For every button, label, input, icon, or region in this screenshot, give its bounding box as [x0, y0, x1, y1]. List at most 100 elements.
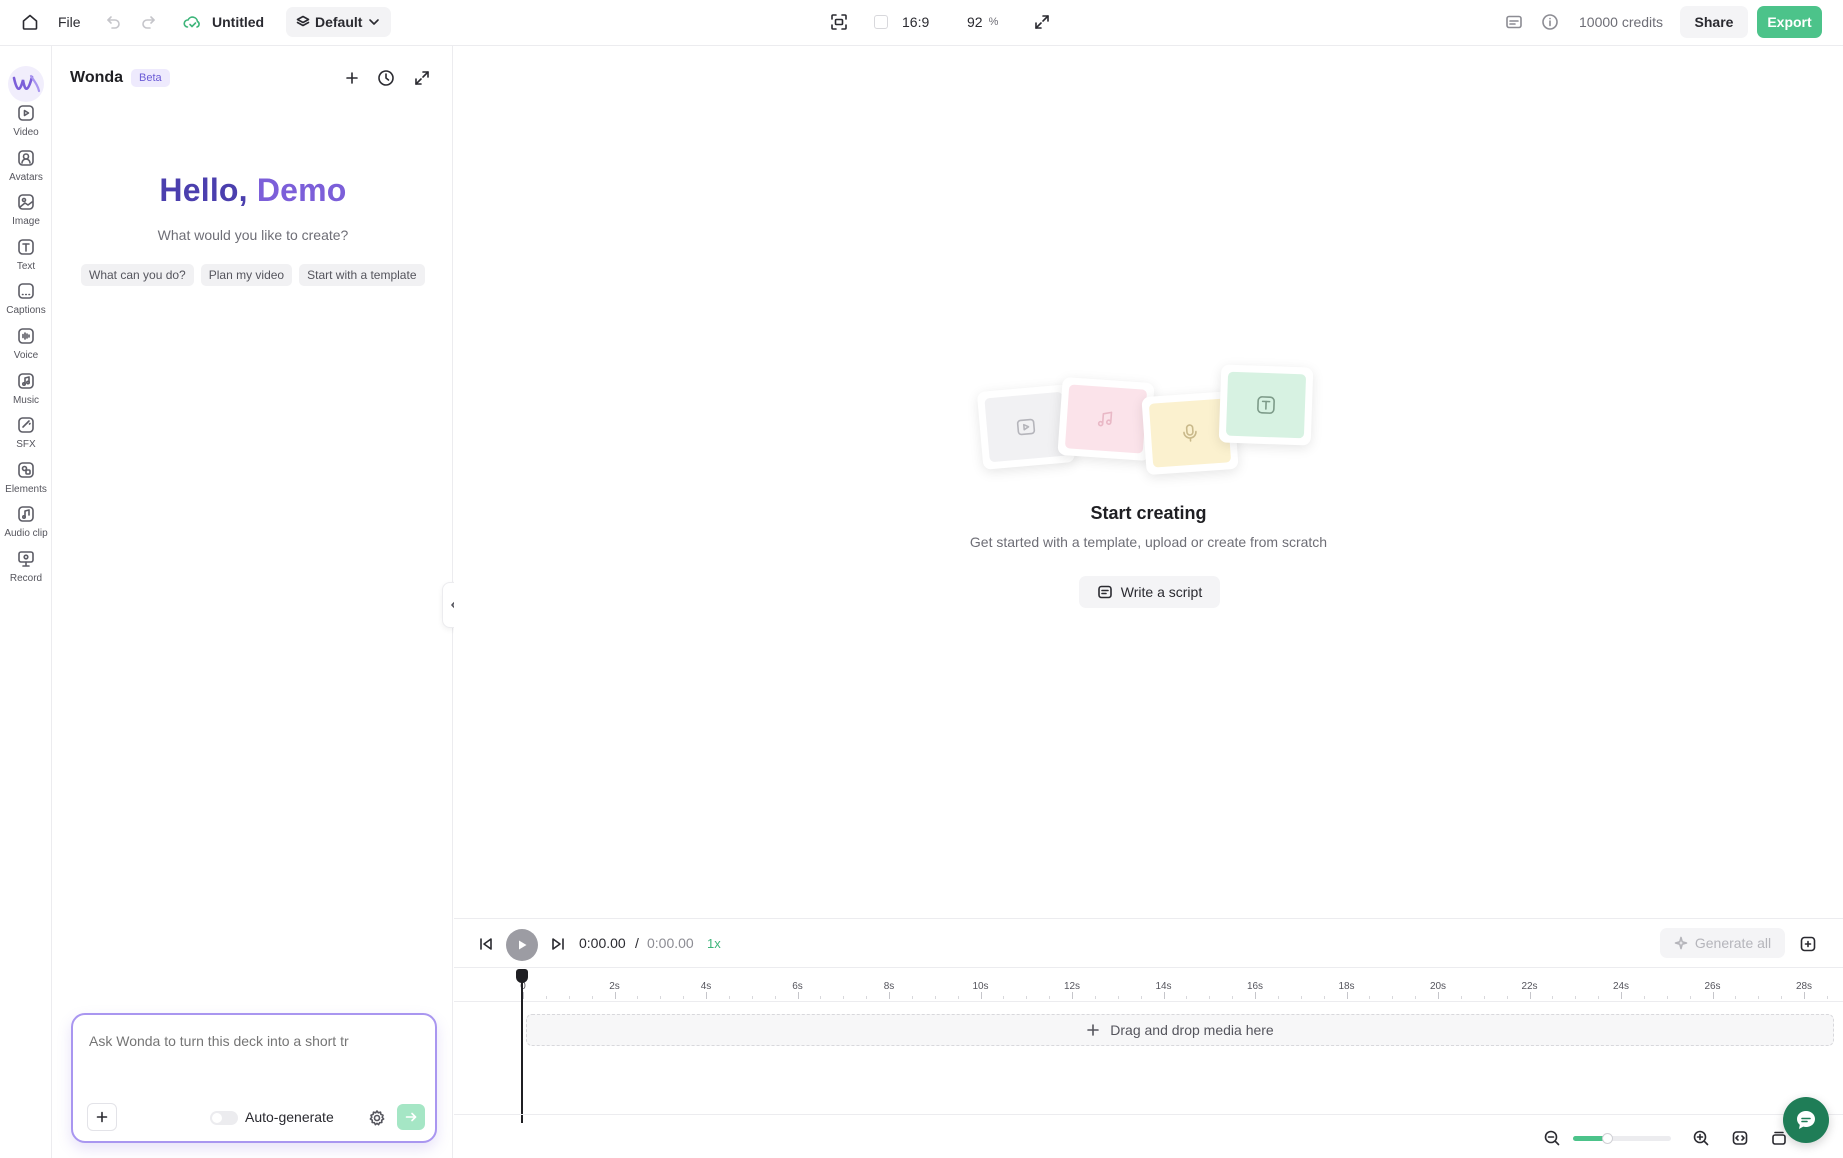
sidebar-item-label: Music [12, 394, 40, 406]
ruler-minor-tick [637, 996, 639, 999]
plus-icon [96, 1111, 108, 1123]
chip-what-can-you-do[interactable]: What can you do? [81, 264, 194, 286]
chat-input[interactable] [89, 1033, 399, 1049]
ruler-minor-tick [1392, 996, 1394, 999]
layer-preset-dropdown[interactable]: Default [286, 7, 392, 37]
settings-gear-icon[interactable] [368, 1109, 386, 1127]
voice-icon [18, 328, 34, 344]
sidebar-item-avatars[interactable]: Avatars [0, 147, 52, 195]
sidebar-item-sfx[interactable]: SFX [0, 414, 52, 462]
ruler-tick-label: 22s [1521, 981, 1538, 992]
zoom-value: 92 [967, 14, 983, 30]
playhead[interactable] [521, 973, 523, 1123]
sidebar-item-captions[interactable]: Captions [0, 280, 52, 328]
home-icon[interactable] [20, 0, 40, 44]
panel-title: Wonda [70, 69, 124, 86]
plus-icon [1087, 1024, 1100, 1036]
chat-bubble-icon [1797, 1111, 1815, 1129]
ruler-tick-label: 8s [883, 981, 895, 992]
expand-icon[interactable] [1033, 0, 1051, 44]
ruler-minor-tick [1094, 996, 1096, 999]
sidebar-item-audio-clip[interactable]: Audio clip [0, 503, 52, 551]
expand-panel-icon[interactable] [412, 68, 432, 88]
ruler-minor-tick [1826, 996, 1828, 999]
auto-generate-toggle[interactable] [210, 1111, 238, 1125]
write-script-button[interactable]: Write a script [1079, 576, 1220, 608]
fit-frame-icon[interactable] [829, 0, 849, 44]
ruler-tick [1438, 992, 1439, 999]
ruler-tick [1072, 992, 1073, 999]
new-chat-icon[interactable] [342, 68, 362, 88]
playback-speed[interactable]: 1x [707, 936, 721, 951]
ruler-minor-tick [1209, 996, 1211, 999]
timeline-layout-icon[interactable] [1799, 935, 1817, 953]
share-button[interactable]: Share [1680, 6, 1748, 38]
sidebar-item-video[interactable]: Video [0, 102, 52, 150]
zoom-selector[interactable]: 92 % [967, 0, 998, 44]
video-icon [18, 105, 34, 121]
media-dropzone[interactable]: Drag and drop media here [526, 1014, 1834, 1046]
dropzone-label: Drag and drop media here [1110, 1022, 1274, 1038]
help-chat-button[interactable] [1783, 1097, 1829, 1143]
music-icon [18, 372, 34, 389]
sidebar-item-voice[interactable]: Voice [0, 325, 52, 373]
file-menu-label: File [58, 14, 81, 30]
cloud-saved-icon [182, 0, 202, 44]
file-menu[interactable]: File [58, 0, 81, 44]
ruler-minor-tick [1140, 996, 1142, 999]
history-icon[interactable] [376, 68, 396, 88]
sidebar-item-record[interactable]: Record [0, 548, 52, 596]
fit-timeline-icon[interactable] [1731, 1129, 1749, 1147]
zoom-in-icon[interactable] [1692, 1129, 1710, 1147]
timeline-ruler[interactable]: 0 2s 4s 6s 8s 10s 12s 14s 16s 18s 20s 22s 24s 26s 28s [454, 967, 1843, 1002]
ruler-tick-label: 24s [1612, 981, 1630, 992]
zoom-slider-thumb[interactable] [1602, 1133, 1614, 1144]
ruler-minor-tick [1506, 996, 1508, 999]
project-title[interactable]: Untitled [212, 0, 264, 44]
suggestion-chips: What can you do? Plan my video Start wit… [81, 264, 425, 286]
skip-back-icon[interactable] [478, 936, 494, 952]
chip-plan-my-video[interactable]: Plan my video [200, 264, 293, 286]
sidebar-item-text[interactable]: Text [0, 236, 52, 284]
playhead-handle[interactable] [516, 969, 528, 983]
ruler-tick-label: 16s [1246, 981, 1264, 992]
record-icon [18, 551, 34, 567]
time-separator: / [635, 935, 639, 951]
empty-state-subtitle: Get started with a template, upload or c… [969, 534, 1328, 550]
greeting-name: Demo [256, 172, 347, 208]
arrow-right-icon [405, 1112, 417, 1122]
background-color-swatch[interactable] [874, 0, 888, 44]
project-title-text: Untitled [212, 14, 265, 30]
redo-icon[interactable] [140, 0, 158, 44]
zoom-out-icon[interactable] [1543, 1129, 1561, 1147]
aspect-ratio-selector[interactable]: 16:9 [902, 0, 929, 44]
undo-icon[interactable] [104, 0, 122, 44]
ruler-tick [1255, 992, 1256, 999]
sidebar-item-image[interactable]: Image [0, 191, 52, 239]
subtitles-icon[interactable] [1505, 0, 1523, 44]
sidebar-item-elements[interactable]: Elements [0, 459, 52, 507]
skip-forward-icon[interactable] [550, 936, 566, 952]
ruler-tick [889, 992, 890, 999]
ruler-tick [706, 992, 707, 999]
attach-button[interactable] [87, 1103, 117, 1131]
ruler-tick [1346, 992, 1348, 999]
info-icon[interactable] [1541, 0, 1559, 44]
generate-all-label: Generate all [1694, 935, 1772, 951]
ruler-minor-tick [1415, 996, 1417, 999]
sidebar-item-music[interactable]: Music [0, 370, 52, 418]
timeline-zoom-slider[interactable] [1573, 1133, 1671, 1144]
export-button[interactable]: Export [1757, 6, 1822, 38]
chip-start-with-template[interactable]: Start with a template [299, 264, 425, 286]
send-button[interactable] [397, 1104, 425, 1130]
ruler-minor-tick [1003, 996, 1005, 999]
music-icon [1097, 411, 1113, 427]
ruler-minor-tick [774, 996, 776, 999]
assistant-panel: Wonda Beta Hello, Demo What would you li… [53, 46, 453, 1158]
playback-controls: 0:00.00 / 0:00.00 1x Generate all [454, 919, 1843, 967]
ruler-minor-tick [1575, 996, 1577, 999]
text-icon [1257, 396, 1275, 414]
ruler-minor-tick [1117, 996, 1119, 999]
play-button[interactable] [506, 929, 538, 961]
generate-all-button[interactable]: Generate all [1660, 928, 1785, 958]
